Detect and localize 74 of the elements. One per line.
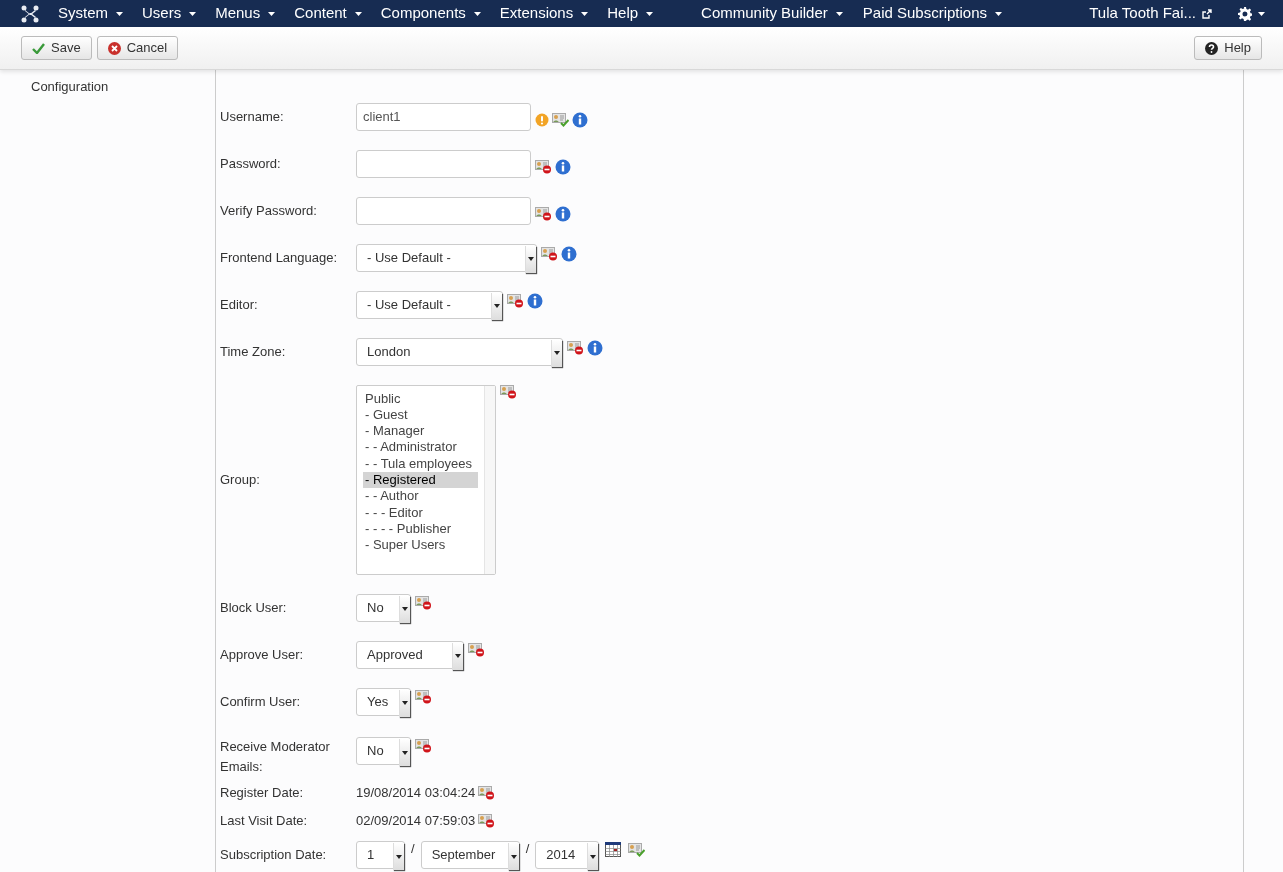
save-button[interactable]: Save — [21, 36, 92, 60]
field-label: Block User: — [220, 598, 288, 617]
field-label: Approve User: — [220, 645, 305, 664]
caret-icon — [189, 11, 197, 16]
field-label: Password: — [220, 154, 282, 173]
help-icon — [1205, 41, 1219, 55]
menu-item[interactable]: Extensions — [499, 2, 589, 25]
list-option[interactable]: - - Tula employees — [363, 455, 478, 472]
external-link-icon — [1202, 8, 1212, 19]
field-label: Register Date: — [220, 784, 305, 803]
group-listbox[interactable]: Public - Guest - Manager - - Administrator - - Tula employees - Registered - - Author - - - Editor - - - - Publisher - Super Users — [356, 384, 496, 575]
dropdown[interactable]: - Use Default - — [356, 290, 503, 319]
caret-icon — [116, 11, 123, 16]
logo-icon[interactable] — [21, 4, 39, 23]
field-label: Group: — [220, 470, 261, 489]
dropdown[interactable]: 1 — [356, 841, 405, 869]
caret-icon — [473, 11, 481, 16]
menu-item[interactable]: Users — [142, 2, 197, 25]
dropdown[interactable]: - Use Default - — [356, 243, 537, 272]
dropdown[interactable]: Approved — [356, 640, 464, 669]
dropdown[interactable]: No — [356, 737, 411, 765]
caret-icon — [581, 11, 589, 16]
calendar-icon — [605, 842, 622, 857]
field-label: Frontend Language: — [220, 248, 339, 267]
list-option[interactable]: - Super Users — [363, 537, 478, 554]
menu-item[interactable]: Help — [607, 2, 654, 25]
dropdown[interactable]: September — [420, 841, 520, 869]
caret-icon — [268, 11, 276, 16]
field-label: Last Visit Date: — [220, 812, 309, 831]
caret-icon — [646, 11, 654, 16]
field-label: Verify Password: — [220, 201, 318, 220]
input-field[interactable]: client1 — [356, 102, 531, 131]
list-option[interactable]: - Guest — [363, 406, 478, 424]
dropdown[interactable]: No — [356, 593, 411, 622]
menu-item[interactable]: Components — [380, 2, 481, 25]
settings-icon — [1238, 6, 1252, 21]
dropdown[interactable]: Yes — [356, 687, 411, 716]
date-separator: / — [524, 840, 531, 858]
list-option[interactable]: - - - Editor — [363, 504, 478, 521]
settings-menu[interactable] — [1238, 6, 1265, 21]
field-label: Receive Moderator Emails: — [220, 738, 331, 776]
menu-item[interactable]: Paid Subscriptions — [862, 2, 1002, 25]
list-option[interactable]: - - - - Publisher — [363, 520, 478, 538]
field-label: Subscription Date: — [220, 846, 328, 865]
cancel-button[interactable]: Cancel — [96, 36, 179, 60]
field-label: Editor: — [220, 295, 259, 314]
date-value: 02/09/2014 07:59:03 — [356, 812, 476, 831]
sidebar-link[interactable]: Configuration — [31, 77, 215, 97]
field-label: Confirm User: — [220, 692, 302, 711]
input-field[interactable] — [356, 196, 531, 225]
list-option[interactable]: - - Administrator — [363, 439, 478, 456]
date-separator: / — [410, 840, 416, 858]
site-link[interactable]: Tula Tooth Fai... — [1089, 2, 1212, 25]
help-button[interactable]: Help — [1194, 36, 1262, 60]
caret-icon — [835, 11, 843, 16]
list-option[interactable]: - - Author — [363, 488, 478, 505]
check-icon — [32, 42, 45, 54]
date-value: 19/08/2014 03:04:24 — [356, 784, 476, 803]
list-option[interactable]: - Registered — [363, 472, 478, 489]
caret-icon — [354, 11, 362, 16]
menu-item[interactable]: System — [58, 2, 123, 25]
dropdown[interactable]: 2014 — [535, 841, 600, 869]
list-option[interactable]: Public — [363, 390, 478, 407]
menu-item[interactable]: Menus — [215, 2, 276, 25]
caret-icon — [1258, 11, 1265, 16]
menu-item[interactable]: Content — [294, 2, 362, 25]
input-field[interactable] — [356, 149, 531, 178]
caret-icon — [995, 11, 1002, 16]
dropdown[interactable]: London — [356, 337, 563, 366]
field-label: Time Zone: — [220, 342, 287, 361]
field-label: Username: — [220, 107, 285, 126]
close-icon — [107, 41, 121, 55]
list-option[interactable]: - Manager — [363, 423, 478, 440]
menu-item[interactable]: Community Builder — [701, 2, 843, 25]
